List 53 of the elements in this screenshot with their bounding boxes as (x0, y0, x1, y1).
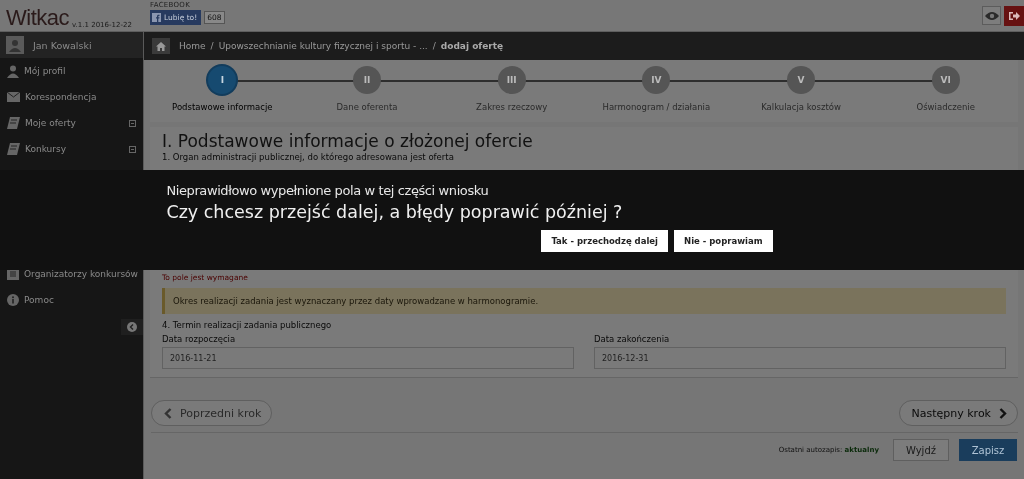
eye-icon (984, 10, 999, 21)
dialog-button[interactable]: Nie - poprawiam (674, 230, 773, 252)
preview-button[interactable] (982, 6, 1001, 25)
breadcrumb-link[interactable]: Home (179, 41, 206, 51)
wizard-step[interactable]: V Kalkulacja kosztów (728, 60, 874, 122)
next-step-button[interactable]: Następny krok (898, 400, 1018, 426)
breadcrumb-link[interactable]: Upowszechnianie kultury fizycznej i sportu - ... (218, 41, 428, 51)
dialog-button[interactable]: Tak - przechodzę dalej (541, 230, 669, 252)
date-label: Data rozpoczęcia (162, 334, 237, 344)
facebook-icon (152, 13, 161, 22)
date-field[interactable]: 2016-11-21 (162, 347, 574, 369)
wizard-step[interactable]: I Podstawowe informacje (150, 60, 295, 122)
mail-icon (7, 92, 20, 102)
nav-item[interactable]: Korespondencja (0, 84, 143, 110)
nav-item[interactable]: Moje oferty (0, 110, 143, 136)
nav-item[interactable]: Konkursy (0, 136, 143, 162)
home-button[interactable] (152, 38, 170, 54)
avatar-icon (6, 36, 24, 54)
collapse-icon (129, 146, 136, 153)
nav-item[interactable]: Mój profil (0, 58, 143, 84)
logout-icon (1008, 10, 1020, 22)
chevron-left-icon (164, 407, 172, 419)
previous-step-button[interactable]: Poprzedni krok (151, 400, 273, 426)
logo: Witkac (6, 5, 69, 31)
exit-button[interactable]: Wyjdź (893, 439, 949, 461)
wizard-step[interactable]: IV Harmonogram / działania (584, 60, 729, 122)
person-icon (7, 64, 19, 78)
wizard-step[interactable]: III Zakres rzeczowy (439, 60, 584, 122)
logout-button[interactable] (1004, 6, 1024, 26)
collapse-icon (129, 120, 136, 127)
alert-message: Okres realizacji zadania jest wyznaczany przez daty wprowadzane w harmonogramie. (162, 288, 1006, 314)
chevron-right-icon (999, 407, 1007, 419)
dialog-message: Nieprawidłowo wypełnione pola w tej części wniosku (166, 183, 489, 198)
nav-item[interactable]: Pomoc (0, 287, 143, 313)
wizard-step[interactable]: VI Oświadczenie (873, 60, 1019, 122)
date-field[interactable]: 2016-12-31 (594, 347, 1006, 369)
book-icon (7, 143, 20, 155)
question-label: 4. Termin realizacji zadania publicznego (162, 320, 333, 330)
user-name: Jan Kowalski (33, 39, 92, 51)
home-icon (156, 41, 166, 51)
chevron-left-icon (127, 322, 137, 332)
wizard-step[interactable]: II Dane oferenta (294, 60, 440, 122)
book-icon (7, 117, 20, 129)
collapse-sidebar-button[interactable] (121, 319, 143, 335)
breadcrumb-separator: / (210, 41, 214, 51)
question-label: 1. Organ administracji publicznej, do którego adresowana jest oferta (162, 152, 455, 162)
breadcrumb-separator: / (432, 41, 436, 51)
date-label: Data zakończenia (594, 334, 671, 344)
info-icon (7, 294, 19, 306)
save-button[interactable]: Zapisz (959, 439, 1017, 461)
user-panel[interactable]: Jan Kowalski (0, 32, 143, 58)
dialog-question: Czy chcesz przejść dalej, a błędy poprawić później ? (166, 202, 623, 222)
section-title: I. Podstawowe informacje o złożonej ofercie (162, 131, 534, 151)
